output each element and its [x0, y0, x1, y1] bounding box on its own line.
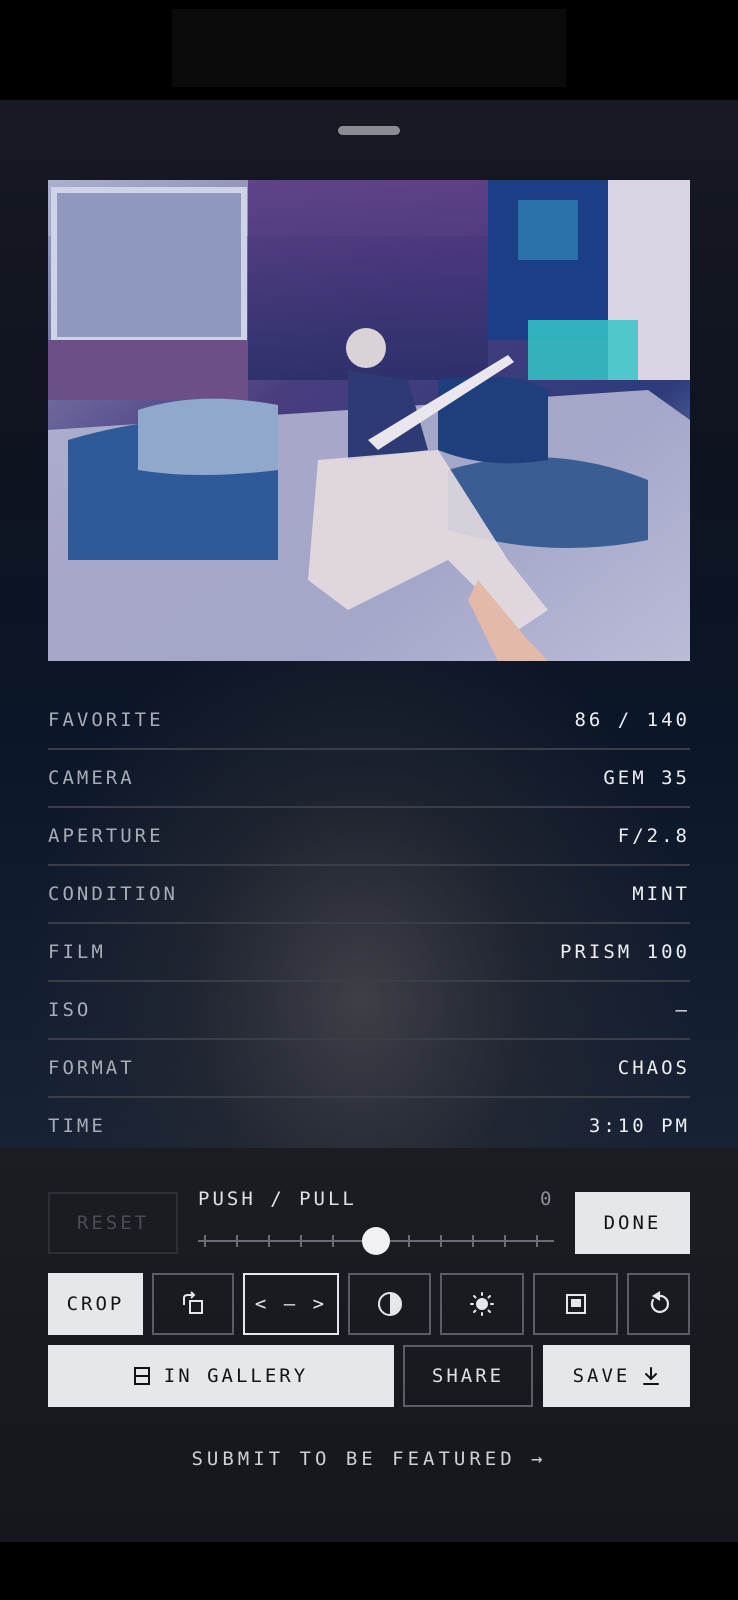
- slider-thumb[interactable]: [362, 1227, 390, 1255]
- photo-stats-list: FAVORITE 86 / 140 CAMERA GEM 35 APERTURE…: [48, 692, 690, 1154]
- stat-label: FILM: [48, 941, 106, 963]
- contrast-icon: [377, 1291, 403, 1317]
- submit-featured-link[interactable]: SUBMIT TO BE FEATURED →: [0, 1448, 738, 1470]
- reset-button[interactable]: RESET: [48, 1192, 178, 1254]
- stat-value: MINT: [632, 883, 690, 905]
- crop-label: CROP: [66, 1293, 125, 1315]
- stat-row-camera: CAMERA GEM 35: [48, 750, 690, 808]
- slider-tick: [332, 1235, 334, 1247]
- stat-value: 86 / 140: [574, 709, 690, 731]
- slider-tick: [408, 1235, 410, 1247]
- in-gallery-label: IN GALLERY: [163, 1365, 309, 1387]
- stat-value: —: [675, 999, 690, 1021]
- slider-tick: [472, 1235, 474, 1247]
- brightness-icon: [469, 1291, 495, 1317]
- undo-icon: [646, 1291, 672, 1317]
- flip-arrows-label: < — >: [254, 1293, 328, 1315]
- stat-label: ISO: [48, 999, 92, 1021]
- crop-tool-button[interactable]: CROP: [48, 1273, 143, 1335]
- stat-label: APERTURE: [48, 825, 164, 847]
- frame-icon: [563, 1291, 589, 1317]
- stat-value: PRISM 100: [560, 941, 690, 963]
- stat-label: CAMERA: [48, 767, 135, 789]
- save-label: SAVE: [572, 1365, 631, 1387]
- reset-label: RESET: [76, 1212, 150, 1234]
- contrast-tool-button[interactable]: [348, 1273, 431, 1335]
- stat-row-condition: CONDITION MINT: [48, 866, 690, 924]
- share-label: SHARE: [431, 1365, 505, 1387]
- brightness-tool-button[interactable]: [440, 1273, 524, 1335]
- undo-tool-button[interactable]: [627, 1273, 690, 1335]
- drag-handle[interactable]: [338, 126, 400, 135]
- save-button[interactable]: SAVE: [543, 1345, 690, 1407]
- gallery-icon: [133, 1367, 150, 1385]
- stat-value: CHAOS: [617, 1057, 690, 1079]
- photo-image: [48, 180, 690, 661]
- stat-label: CONDITION: [48, 883, 178, 905]
- download-icon: [642, 1366, 660, 1386]
- stat-row-format: FORMAT CHAOS: [48, 1040, 690, 1098]
- stat-row-time: TIME 3:10 PM: [48, 1098, 690, 1154]
- stat-row-film: FILM PRISM 100: [48, 924, 690, 982]
- stat-label: FAVORITE: [48, 709, 164, 731]
- stat-label: TIME: [48, 1115, 106, 1137]
- push-pull-value: 0: [540, 1188, 552, 1210]
- stat-value: GEM 35: [603, 767, 690, 789]
- share-button[interactable]: SHARE: [403, 1345, 533, 1407]
- photo-detail-sheet: FAVORITE 86 / 140 CAMERA GEM 35 APERTURE…: [0, 100, 738, 1148]
- navigation-bar: [0, 1542, 738, 1600]
- photo-preview[interactable]: [48, 180, 690, 661]
- rotate-tool-button[interactable]: [152, 1273, 234, 1335]
- stat-row-aperture: APERTURE F/2.8: [48, 808, 690, 866]
- stat-row-iso: ISO —: [48, 982, 690, 1040]
- slider-tick: [504, 1235, 506, 1247]
- stat-value: F/2.8: [617, 825, 690, 847]
- done-button[interactable]: DONE: [575, 1192, 690, 1254]
- push-pull-label: PUSH / PULL: [198, 1188, 357, 1210]
- rotate-icon: [180, 1291, 206, 1317]
- frame-tool-button[interactable]: [533, 1273, 618, 1335]
- push-pull-slider[interactable]: [198, 1226, 554, 1256]
- done-label: DONE: [603, 1212, 662, 1234]
- stat-value: 3:10 PM: [588, 1115, 690, 1137]
- stat-row-favorite: FAVORITE 86 / 140: [48, 692, 690, 750]
- slider-tick: [440, 1235, 442, 1247]
- flip-tool-button[interactable]: < — >: [243, 1273, 339, 1335]
- slider-tick: [300, 1235, 302, 1247]
- stat-label: FORMAT: [48, 1057, 135, 1079]
- slider-tick: [268, 1235, 270, 1247]
- status-bar: [0, 0, 738, 100]
- slider-tick: [236, 1235, 238, 1247]
- slider-tick: [536, 1235, 538, 1247]
- slider-tick: [204, 1235, 206, 1247]
- camera-cutout: [172, 9, 566, 87]
- in-gallery-button[interactable]: IN GALLERY: [48, 1345, 394, 1407]
